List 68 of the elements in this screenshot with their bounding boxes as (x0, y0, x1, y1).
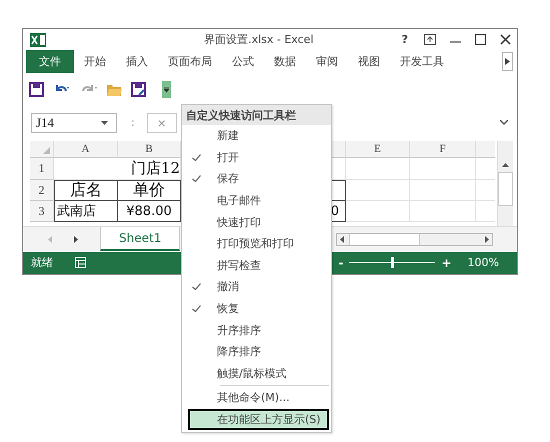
ribbon-tab[interactable]: 插入 (116, 50, 158, 73)
zoom-out-button[interactable]: - (334, 256, 348, 270)
maximize-icon[interactable] (475, 34, 486, 46)
sheet-tab[interactable]: Sheet1 (100, 227, 180, 252)
column-header[interactable]: F (410, 141, 476, 158)
formula-bar-separator: : (131, 116, 135, 130)
ribbon-display-icon[interactable] (424, 34, 436, 46)
menu-item[interactable]: 触摸/鼠标模式 (182, 362, 331, 384)
caret-down-icon[interactable] (164, 86, 169, 92)
ribbon-tab[interactable]: 页面布局 (158, 50, 222, 73)
window-title: 界面设置.xlsx - Excel (203, 32, 314, 48)
menu-item[interactable]: 打印预览和打印 (182, 232, 331, 255)
ribbon-tab[interactable]: 视图 (348, 50, 390, 73)
page-layout-icon[interactable] (75, 257, 86, 268)
scrollbar-thumb[interactable] (349, 234, 420, 245)
row-header[interactable]: 2 (30, 180, 54, 202)
menu-item[interactable]: 拼写检查 (182, 254, 331, 276)
column-header[interactable]: B (118, 141, 181, 158)
ribbon-tab[interactable]: 开始 (74, 50, 116, 73)
file-tab[interactable]: 文件 (26, 50, 74, 73)
save-as-icon[interactable] (131, 82, 146, 97)
menu-item[interactable]: 保存 (182, 168, 331, 190)
excel-logo-icon (30, 32, 46, 47)
name-box-value: J14 (36, 114, 54, 131)
menu-item[interactable]: 撤消 (182, 276, 331, 298)
column-header[interactable]: A (54, 141, 118, 158)
zoom-level[interactable]: 100% (468, 256, 499, 270)
customize-toolbar-button[interactable] (162, 81, 171, 98)
menu-item[interactable]: 打开 (182, 146, 331, 168)
vertical-scrollbar[interactable] (497, 141, 513, 226)
caret-right-icon[interactable] (505, 58, 510, 66)
menu-title: 自定义快速访问工具栏 (182, 105, 331, 125)
help-button[interactable]: ? (402, 33, 408, 46)
menu-item[interactable]: 升序排序 (182, 319, 331, 341)
scroll-right-icon[interactable] (74, 236, 78, 243)
row-header[interactable]: 3 (30, 201, 54, 222)
table-cell (346, 180, 410, 202)
close-icon[interactable] (500, 34, 511, 46)
scroll-up-icon[interactable] (502, 163, 509, 168)
table-cell: 武南店 (54, 201, 118, 222)
ribbon-tab[interactable]: 开发工具 (390, 50, 454, 73)
menu-item[interactable]: 恢复 (182, 298, 331, 320)
table-cell (346, 158, 410, 180)
save-icon[interactable] (29, 82, 44, 97)
menu-item[interactable]: 其他命令(M)... (182, 387, 331, 409)
table-cell: 店名 (54, 180, 118, 202)
dropdown-arrow-icon[interactable] (101, 120, 108, 125)
status-text: 就绪 (31, 255, 53, 270)
row-header[interactable]: 1 (30, 158, 54, 180)
ribbon-tab[interactable]: 数据 (264, 50, 306, 73)
column-header[interactable]: E (346, 141, 410, 158)
name-box[interactable]: J14 (31, 112, 117, 133)
menu-item[interactable]: 降序排序 (182, 340, 331, 363)
scroll-right-icon[interactable] (485, 236, 489, 243)
ribbon-tab[interactable]: 公式 (222, 50, 264, 73)
menu-item[interactable]: 在功能区上方显示(S) (188, 408, 329, 430)
table-cell (346, 201, 410, 222)
table-cell (410, 180, 476, 202)
scrollbar-thumb[interactable] (498, 172, 513, 206)
table-cell (410, 158, 476, 180)
zoom-in-button[interactable]: + (437, 256, 456, 270)
ribbon-tab[interactable]: 审阅 (306, 50, 348, 73)
scroll-left-icon[interactable] (340, 236, 344, 243)
expand-formula-bar-icon[interactable] (500, 120, 508, 126)
horizontal-scrollbar[interactable] (336, 232, 493, 246)
scroll-right-button[interactable] (502, 52, 513, 71)
table-cell (410, 201, 476, 222)
menu-item[interactable]: 新建 (182, 125, 331, 147)
